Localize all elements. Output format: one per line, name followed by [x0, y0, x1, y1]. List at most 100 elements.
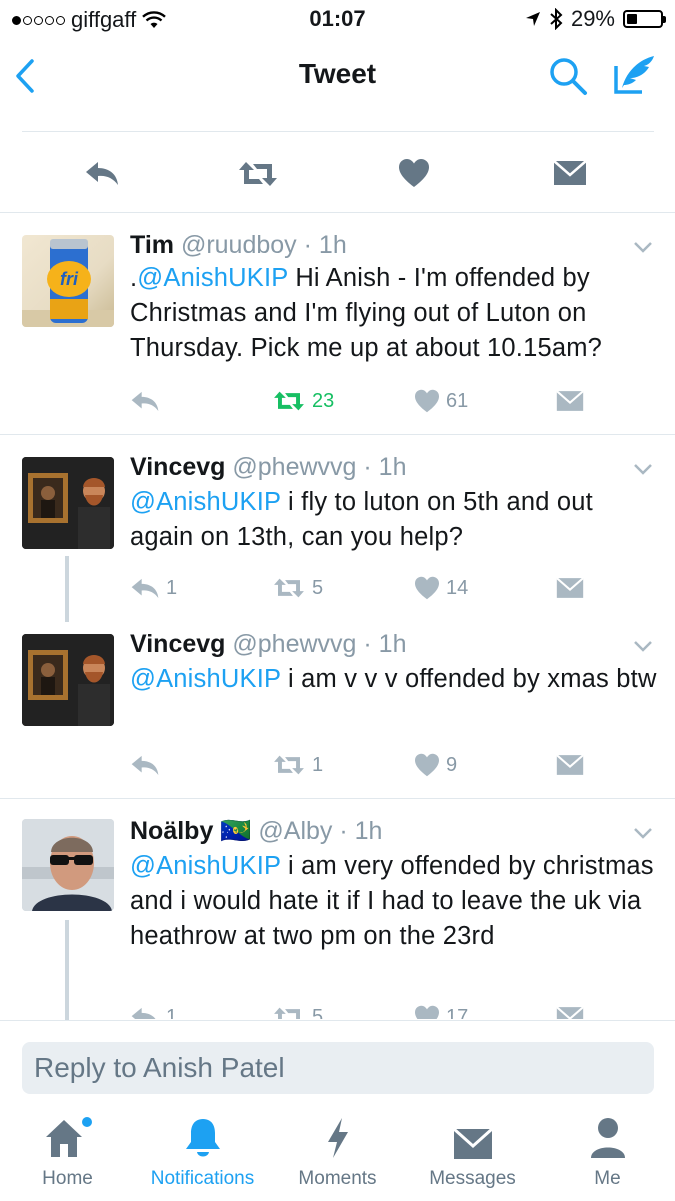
like-action[interactable]: 61	[414, 389, 556, 413]
location-arrow-icon	[525, 12, 540, 26]
tweet-header: Noälby 🇨🇽 @Alby · 1h	[130, 817, 382, 846]
dm-action[interactable]	[556, 1006, 584, 1019]
heart-icon[interactable]	[398, 158, 430, 188]
reply-action[interactable]: 1	[130, 1005, 272, 1020]
tab-moments[interactable]: Moments	[270, 1112, 405, 1200]
tab-notifications[interactable]: Notifications	[135, 1112, 270, 1200]
lightning-icon	[327, 1118, 348, 1158]
tweet-time: · 1h	[363, 453, 407, 481]
battery-percent: 29%	[570, 6, 615, 31]
retweet-icon	[274, 1007, 300, 1019]
vincevg-avatar-image	[22, 634, 114, 726]
tab-home[interactable]: Home	[0, 1112, 135, 1200]
retweet-action[interactable]: 1	[272, 754, 414, 777]
user-handle[interactable]: @Alby	[258, 817, 332, 845]
reply-icon	[131, 755, 159, 775]
battery-icon	[623, 10, 666, 28]
avatar[interactable]: fri	[22, 235, 114, 327]
retweet-action[interactable]: 5	[272, 577, 414, 600]
tweet-header: Vincevg @phewvvg · 1h	[130, 453, 407, 482]
heart-icon	[415, 753, 439, 777]
user-handle[interactable]: @phewvvg	[232, 630, 356, 658]
like-count: 14	[446, 576, 469, 599]
reply-tweet[interactable]: Vincevg @phewvvg · 1h @AnishUKIP i am v …	[0, 612, 675, 798]
nav-bar: Tweet	[0, 38, 675, 114]
tweet-time: · 1h	[339, 817, 383, 845]
retweet-action[interactable]: 23	[272, 390, 414, 413]
reply-icon[interactable]	[84, 160, 120, 186]
tab-notifications-label: Notifications	[150, 1168, 255, 1189]
mention-link[interactable]: @AnishUKIP	[137, 264, 288, 292]
avatar[interactable]	[22, 634, 114, 726]
search-icon[interactable]	[548, 56, 588, 96]
tweet-actions: 1 9	[130, 753, 590, 777]
bell-icon	[185, 1119, 220, 1157]
bluetooth-icon	[550, 8, 563, 30]
reply-action[interactable]: 1	[130, 577, 272, 600]
dm-action[interactable]	[556, 390, 584, 412]
retweet-icon	[274, 578, 304, 598]
tab-moments-label: Moments	[298, 1168, 377, 1189]
dm-action[interactable]	[556, 577, 584, 599]
noalby-avatar-image	[22, 819, 114, 911]
like-action[interactable]: 14	[414, 576, 556, 600]
like-action[interactable]: 9	[414, 753, 556, 777]
tweet-body: i am v v v offended by xmas btw	[280, 665, 657, 693]
tweet-text: @AnishUKIP i am v v v offended by xmas b…	[130, 662, 660, 697]
direct-message-icon[interactable]	[553, 160, 587, 186]
display-name[interactable]: Noälby	[130, 817, 213, 845]
status-right: 29%	[525, 6, 666, 32]
tab-home-label: Home	[42, 1168, 93, 1189]
chevron-down-icon[interactable]	[633, 640, 653, 652]
reply-action[interactable]	[130, 754, 272, 776]
flag-emoji: 🇨🇽	[220, 817, 252, 845]
tim-avatar-image: fri	[22, 239, 114, 327]
user-handle[interactable]: @ruudboy	[181, 231, 297, 259]
chevron-down-icon[interactable]	[633, 241, 653, 253]
reply-count: 1	[166, 1005, 178, 1020]
main-tweet-actions	[0, 150, 675, 194]
avatar[interactable]	[22, 457, 114, 549]
tweet-time: · 1h	[303, 231, 347, 259]
reply-action[interactable]	[130, 390, 272, 412]
display-name[interactable]: Vincevg	[130, 630, 225, 658]
heart-icon	[415, 576, 439, 600]
reply-tweet[interactable]: fri Tim @ruudboy · 1h .@AnishUKIP Hi Ani…	[0, 213, 675, 433]
reply-icon	[131, 578, 159, 598]
tab-me-label: Me	[594, 1168, 621, 1189]
user-handle[interactable]: @phewvvg	[232, 453, 356, 481]
like-count: 9	[446, 753, 458, 776]
avatar[interactable]	[22, 819, 114, 911]
retweet-count: 1	[312, 753, 324, 776]
direct-message-icon	[556, 390, 584, 411]
retweet-icon	[274, 391, 304, 411]
compose-icon[interactable]	[612, 52, 658, 96]
reply-input[interactable]: Reply to Anish Patel	[22, 1042, 654, 1094]
status-bar: giffgaff 01:07 29%	[0, 0, 675, 38]
heart-icon	[415, 1005, 439, 1019]
retweet-action[interactable]: 5	[272, 1006, 414, 1019]
reply-icon	[131, 1007, 156, 1019]
display-name[interactable]: Tim	[130, 231, 174, 259]
mention-link[interactable]: @AnishUKIP	[130, 488, 281, 516]
mention-link[interactable]: @AnishUKIP	[130, 852, 281, 880]
vincevg-avatar-image	[22, 457, 114, 549]
chevron-down-icon[interactable]	[633, 827, 653, 839]
tab-me[interactable]: Me	[540, 1112, 675, 1200]
reply-tweet[interactable]: Noälby 🇨🇽 @Alby · 1h @AnishUKIP i am ver…	[0, 799, 675, 1019]
display-name[interactable]: Vincevg	[130, 453, 225, 481]
tab-messages[interactable]: Messages	[405, 1112, 540, 1200]
chevron-down-icon[interactable]	[633, 463, 653, 475]
direct-message-icon	[556, 1006, 584, 1019]
reply-icon	[131, 391, 159, 411]
direct-message-icon	[556, 754, 584, 775]
mention-link[interactable]: @AnishUKIP	[130, 665, 281, 693]
retweet-icon[interactable]	[237, 160, 279, 188]
reply-tweet[interactable]: Vincevg @phewvvg · 1h @AnishUKIP i fly t…	[0, 435, 675, 621]
like-count: 17	[446, 1005, 469, 1020]
tab-messages-label: Messages	[429, 1168, 516, 1189]
retweet-icon	[274, 755, 304, 775]
dm-action[interactable]	[556, 754, 584, 776]
like-count: 61	[446, 389, 469, 412]
like-action[interactable]: 17	[414, 1005, 556, 1019]
